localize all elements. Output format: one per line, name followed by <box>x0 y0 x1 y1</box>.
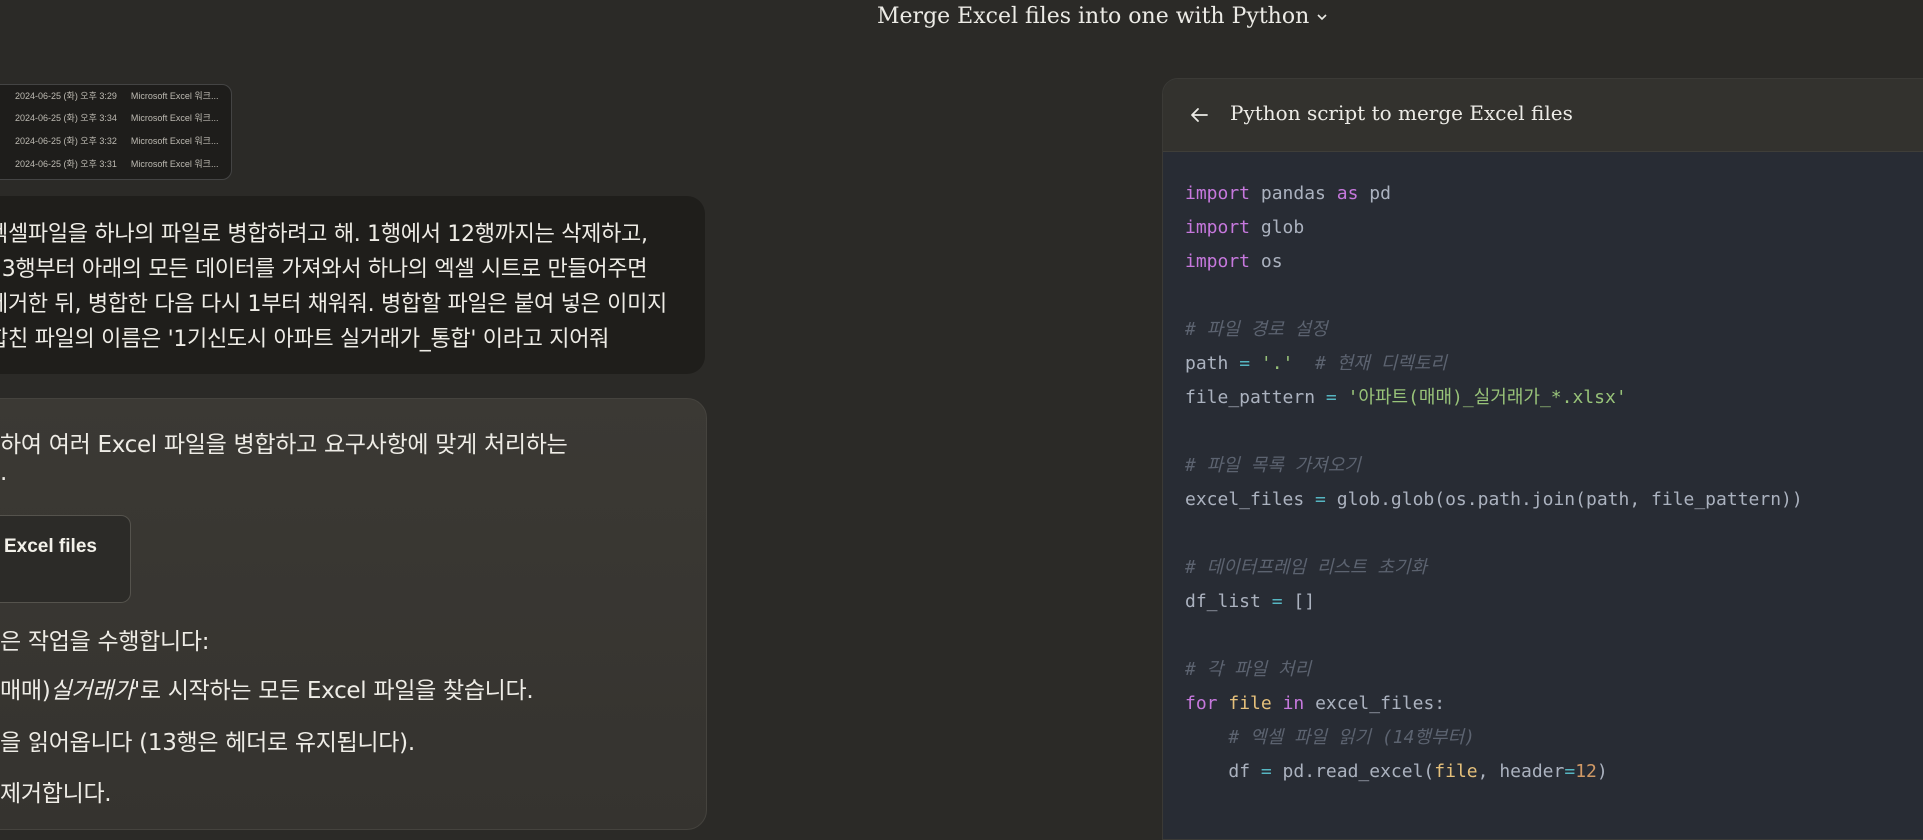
step-1-prefix: 매매) <box>0 678 51 704</box>
thumb-type: Microsoft Excel 워크... <box>130 159 219 169</box>
code-token: excel_files <box>1185 489 1316 510</box>
thumb-date: 2024-06-25 (화) 오후 3:31 <box>15 159 117 169</box>
thumb-date: 2024-06-25 (화) 오후 3:34 <box>15 113 117 123</box>
code-line: file_pattern = '아파트(매매)_실거래가_*.xlsx' <box>1185 381 1803 415</box>
code-token: glob <box>1250 217 1305 238</box>
code-block[interactable]: import pandas as pd import glob import os #… <box>1185 177 1803 789</box>
code-token: os <box>1250 251 1283 272</box>
code-token: pd <box>1358 183 1391 204</box>
thumb-type: Microsoft Excel 워크... <box>130 113 219 123</box>
steps-heading: 은 작업을 수행합니다: <box>0 629 210 655</box>
user-message-line: 엑셀파일을 하나의 파일로 병합하려고 해. 1행에서 12행까지는 삭제하고, <box>0 222 648 247</box>
code-token: = <box>1260 761 1272 782</box>
code-comment: # 파일 목록 가져오기 <box>1185 455 1361 476</box>
assistant-message <box>0 398 707 830</box>
code-token: = <box>1564 761 1576 782</box>
back-arrow-icon[interactable] <box>1185 101 1213 129</box>
code-number: 12 <box>1575 761 1597 782</box>
user-message-line: 합친 파일의 이름은 '1기신도시 아파트 실거래가_통합' 이라고 지어줘 <box>0 327 610 352</box>
code-token: in <box>1282 693 1305 714</box>
thumb-row: 2024-06-25 (화) 오후 3:29 Microsoft Excel 워… <box>15 89 218 102</box>
code-line: # 파일 경로 설정 <box>1185 313 1803 347</box>
conversation-title-menu[interactable]: Merge Excel files into one with Python <box>877 4 1329 29</box>
code-line: # 파일 목록 가져오기 <box>1185 449 1803 483</box>
code-line: # 엑셀 파일 읽기 (14행부터) <box>1185 721 1803 755</box>
step-1-italic: 실거래가 <box>50 678 134 704</box>
code-token: file_pattern <box>1185 387 1326 408</box>
artifact-panel-header: Python script to merge Excel files <box>1163 79 1923 152</box>
code-token: pandas <box>1250 183 1337 204</box>
user-message-line: 제거한 뒤, 병합한 다음 다시 1부터 채워줘. 병합할 파일은 붙여 넣은 … <box>0 292 667 317</box>
code-line: import pandas as pd <box>1185 177 1803 211</box>
thumb-date: 2024-06-25 (화) 오후 3:29 <box>15 91 117 101</box>
code-line: for file in excel_files: <box>1185 687 1803 721</box>
chevron-down-icon <box>1317 13 1327 20</box>
assistant-intro: 하여 여러 Excel 파일을 병합하고 요구사항에 맞게 처리하는 <box>0 432 568 458</box>
thumb-row: 2024-06-25 (화) 오후 3:34 Microsoft Excel 워… <box>15 111 218 124</box>
code-line: # 각 파일 처리 <box>1185 653 1803 687</box>
code-token: = <box>1325 387 1337 408</box>
code-comment: # 파일 경로 설정 <box>1185 319 1328 340</box>
artifact-card-label: Excel files <box>4 536 97 557</box>
code-token: for <box>1185 693 1218 714</box>
code-line: df_list = [] <box>1185 585 1803 619</box>
top-bar: Merge Excel files into one with Python <box>0 0 1923 38</box>
code-string: '.' <box>1260 353 1294 374</box>
artifact-card[interactable]: Excel files <box>0 515 131 603</box>
code-token: df <box>1228 761 1261 782</box>
step-1-suffix: '로 시작하는 모든 Excel 파일을 찾습니다. <box>133 678 534 704</box>
thumb-type: Microsoft Excel 워크... <box>130 91 219 101</box>
artifact-title: Python script to merge Excel files <box>1230 101 1573 125</box>
code-comment: # 각 파일 처리 <box>1185 659 1312 680</box>
code-token: import <box>1185 183 1251 204</box>
code-token: , header <box>1477 761 1565 782</box>
code-token: = <box>1239 353 1251 374</box>
code-token: file <box>1434 761 1478 782</box>
code-line: path = '.' # 현재 디렉토리 <box>1185 347 1803 381</box>
assistant-intro-end: . <box>0 460 8 486</box>
code-token: = <box>1271 591 1283 612</box>
code-line: import os <box>1185 245 1803 279</box>
code-token: as <box>1336 183 1359 204</box>
code-token: = <box>1315 489 1326 510</box>
code-token: df_list <box>1185 591 1272 612</box>
code-line: import glob <box>1185 211 1803 245</box>
code-token: pd.read_excel( <box>1271 761 1435 782</box>
code-token: path <box>1185 353 1240 374</box>
conversation-title: Merge Excel files into one with Python <box>877 4 1310 29</box>
attachment-thumbnail[interactable]: 2024-06-25 (화) 오후 3:29 Microsoft Excel 워… <box>0 84 232 180</box>
code-token: [] <box>1282 591 1316 612</box>
step-2: 을 읽어옵니다 (13행은 헤더로 유지됩니다). <box>0 730 415 756</box>
step-3: 제거합니다. <box>0 781 112 807</box>
code-comment: # 데이터프레임 리스트 초기화 <box>1185 557 1428 578</box>
code-line: df = pd.read_excel(file, header=12) <box>1185 755 1803 789</box>
step-1: 매매)실거래가'로 시작하는 모든 Excel 파일을 찾습니다. <box>0 671 534 705</box>
code-comment: # 엑셀 파일 읽기 (14행부터) <box>1228 727 1475 748</box>
user-message-line: 13행부터 아래의 모든 데이터를 가져와서 하나의 엑셀 시트로 만들어주면 <box>0 257 648 282</box>
artifact-panel: Python script to merge Excel files impor… <box>1162 78 1923 840</box>
code-comment: # 현재 디렉토리 <box>1315 353 1447 374</box>
code-token: import <box>1185 217 1251 238</box>
code-token: excel_files: <box>1304 693 1446 714</box>
code-token: file <box>1228 693 1272 714</box>
code-token: glob.glob(os.path.join(path, file_patter… <box>1325 489 1803 510</box>
code-string: '아파트(매매)_실거래가_*.xlsx' <box>1347 387 1627 408</box>
code-line: # 데이터프레임 리스트 초기화 <box>1185 551 1803 585</box>
thumb-row: 2024-06-25 (화) 오후 3:32 Microsoft Excel 워… <box>15 134 218 147</box>
code-line: excel_files = glob.glob(os.path.join(pat… <box>1185 483 1803 517</box>
thumb-type: Microsoft Excel 워크... <box>130 136 219 146</box>
thumb-row: 2024-06-25 (화) 오후 3:31 Microsoft Excel 워… <box>15 157 218 170</box>
code-token: ) <box>1596 761 1608 782</box>
code-token: import <box>1185 251 1251 272</box>
thumb-date: 2024-06-25 (화) 오후 3:32 <box>15 136 117 146</box>
